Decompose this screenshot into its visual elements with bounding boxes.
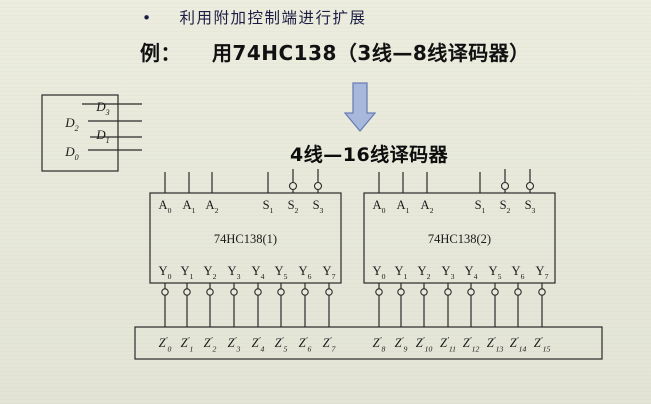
output-pin-label: Y1 bbox=[181, 264, 194, 281]
output-pin-label: Y6 bbox=[299, 264, 312, 281]
inverting-bubble bbox=[467, 288, 475, 296]
input-pin-label: S2 bbox=[288, 198, 299, 215]
inverting-bubble bbox=[375, 288, 383, 296]
output-label: Z′12 bbox=[463, 335, 480, 354]
inverting-bubble bbox=[525, 181, 535, 191]
input-pin-label: S3 bbox=[313, 198, 324, 215]
input-pin-label: A0 bbox=[373, 198, 386, 215]
inverting-bubble bbox=[254, 288, 262, 296]
output-label: Z′2 bbox=[204, 335, 217, 354]
output-label: Z′13 bbox=[487, 335, 504, 354]
inverting-bubble bbox=[491, 288, 499, 296]
output-pin-label: Y3 bbox=[228, 264, 241, 281]
decoders: A0 A1 A2 S1 S2 S374HC138(1)Y0 Y1 Y2 Y3 Y4 Y5 Y6 Y7A0… bbox=[149, 169, 556, 327]
output-label: Z′8 bbox=[373, 335, 386, 354]
output-pin-label: Y6 bbox=[512, 264, 525, 281]
inverting-bubble bbox=[301, 288, 309, 296]
input-pin-label: A2 bbox=[206, 198, 219, 215]
output-label: Z′3 bbox=[228, 335, 241, 354]
inverting-bubble bbox=[538, 288, 546, 296]
decoder-diagram: D3 D2 D1 D0 A0 A1 A2 S1 S2 S3 74HC138(1) Y0 Y1 Y2 Y3 Y… bbox=[41, 82, 603, 360]
output-pin-label: Y1 bbox=[395, 264, 408, 281]
input-pin-label: S2 bbox=[500, 198, 511, 215]
inverting-bubble bbox=[514, 288, 522, 296]
output-label: Z′15 bbox=[534, 335, 551, 354]
slide: • 利用附加控制端进行扩展 例： 用74HC138（3线—8线译码器） 4线—1… bbox=[0, 0, 651, 404]
output-pin-label: Y4 bbox=[465, 264, 478, 281]
input-pin-label: S1 bbox=[475, 198, 486, 215]
input-pin-label: A0 bbox=[159, 198, 172, 215]
input-block-frame bbox=[41, 94, 119, 172]
decoder-1: A0 A1 A2 S1 S2 S3 74HC138(1) Y0 Y1 Y2 Y3 Y4 Y5 Y6 Y7 bbox=[149, 169, 342, 327]
down-arrow-icon bbox=[343, 82, 377, 133]
output-bus: Z′0 Z′1 Z′2 Z′3 Z′4 Z′5 Z′6 Z′7 Z′8 Z′9 Z′10 Z′11 Z′… bbox=[134, 326, 603, 360]
output-label: Z′11 bbox=[440, 335, 456, 354]
output-pin-label: Y7 bbox=[536, 264, 549, 281]
decoder-2: A0 A1 A2 S1 S2 S3 74HC138(2) Y0 Y1 Y2 Y3 Y4 Y5 Y6 Y7 bbox=[363, 169, 556, 327]
output-label: Z′9 bbox=[395, 335, 408, 354]
input-pin-label: A1 bbox=[183, 198, 196, 215]
inverting-bubble bbox=[206, 288, 214, 296]
inverting-bubble bbox=[444, 288, 452, 296]
decoder-name: 74HC138(2) bbox=[428, 232, 491, 246]
inverting-bubble bbox=[230, 288, 238, 296]
decoder-name: 74HC138(1) bbox=[214, 232, 277, 246]
inverting-bubble bbox=[397, 288, 405, 296]
output-label: Z′7 bbox=[323, 335, 337, 354]
input-label: D0 bbox=[64, 144, 78, 162]
output-label: Z′4 bbox=[252, 335, 265, 354]
input-pin-label: A2 bbox=[421, 198, 434, 215]
output-pin-label: Y3 bbox=[442, 264, 455, 281]
input-pin-label: S3 bbox=[525, 198, 536, 215]
inverting-bubble bbox=[325, 288, 333, 296]
output-pin-label: Y0 bbox=[373, 264, 386, 281]
inverting-bubble bbox=[288, 181, 298, 191]
output-pin-label: Y0 bbox=[159, 264, 172, 281]
output-label: Z′5 bbox=[275, 335, 288, 354]
output-pin-label: Y4 bbox=[252, 264, 265, 281]
input-block: D3 D2 D1 D0 bbox=[41, 94, 142, 172]
output-pin-label: Y5 bbox=[275, 264, 288, 281]
arrow-shape bbox=[343, 82, 377, 133]
output-label: Z′14 bbox=[510, 335, 527, 354]
inverting-bubble bbox=[183, 288, 191, 296]
output-label: Z′0 bbox=[159, 335, 172, 354]
inverting-bubble bbox=[277, 288, 285, 296]
inverting-bubble bbox=[313, 181, 323, 191]
output-pin-label: Y7 bbox=[323, 264, 336, 281]
inverting-bubble bbox=[500, 181, 510, 191]
inverting-bubble bbox=[161, 288, 169, 296]
input-label: D1 bbox=[95, 127, 109, 145]
output-label: Z′6 bbox=[299, 335, 312, 354]
output-pin-label: Y2 bbox=[204, 264, 217, 281]
output-pin-label: Y2 bbox=[418, 264, 431, 281]
input-pin-label: S1 bbox=[263, 198, 274, 215]
input-label: D3 bbox=[95, 99, 109, 117]
output-pin-label: Y5 bbox=[489, 264, 502, 281]
input-label: D2 bbox=[64, 115, 78, 133]
inverting-bubble bbox=[420, 288, 428, 296]
input-pin-label: A1 bbox=[397, 198, 410, 215]
output-label: Z′10 bbox=[416, 335, 433, 354]
output-label: Z′1 bbox=[181, 335, 194, 354]
